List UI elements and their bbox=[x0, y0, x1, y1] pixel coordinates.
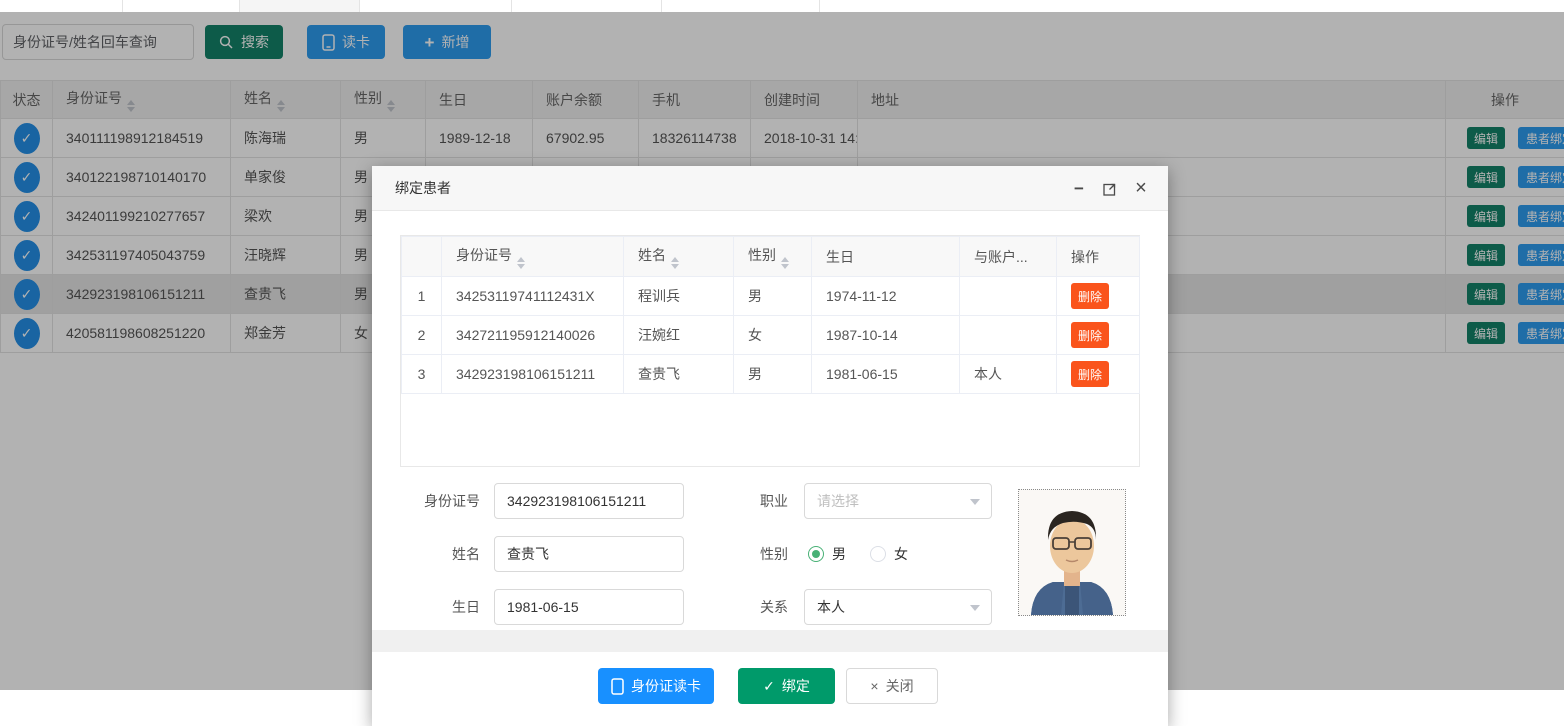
radio-checked-icon bbox=[808, 546, 824, 562]
id-label: 身份证号 bbox=[390, 483, 480, 519]
sort-icon[interactable] bbox=[671, 257, 679, 269]
gender-radio-group: 男 女 bbox=[808, 536, 908, 572]
id-card-icon bbox=[611, 678, 624, 695]
cell-relation bbox=[960, 316, 1057, 355]
cell-name: 查贵飞 bbox=[624, 355, 734, 394]
close-modal-label: 关闭 bbox=[886, 676, 914, 696]
gender-male-label: 男 bbox=[832, 544, 846, 564]
col-name[interactable]: 姓名 bbox=[624, 237, 734, 277]
cell-index: 3 bbox=[402, 355, 442, 394]
gender-female-label: 女 bbox=[894, 544, 908, 564]
sort-icon[interactable] bbox=[517, 257, 525, 269]
chevron-down-icon bbox=[970, 499, 980, 505]
maximize-icon[interactable] bbox=[1101, 180, 1119, 198]
cell-relation bbox=[960, 277, 1057, 316]
col-id-label: 身份证号 bbox=[456, 247, 512, 263]
patient-photo bbox=[1018, 489, 1126, 616]
delete-button[interactable]: 删除 bbox=[1071, 322, 1109, 348]
bound-table-header-row: 身份证号 姓名 性别 生日 与账户... 操作 bbox=[402, 237, 1140, 277]
col-relation: 与账户... bbox=[960, 237, 1057, 277]
relation-value: 本人 bbox=[817, 599, 845, 615]
bound-patient-row[interactable]: 1 34253119741112431X 程训兵 男 1974-11-12 删除 bbox=[402, 277, 1140, 316]
cell-id: 342923198106151211 bbox=[442, 355, 624, 394]
modal-header: 绑定患者 − × bbox=[372, 166, 1168, 211]
col-operations: 操作 bbox=[1057, 237, 1140, 277]
bound-patient-row[interactable]: 3 342923198106151211 查贵飞 男 1981-06-15 本人… bbox=[402, 355, 1140, 394]
occupation-label: 职业 bbox=[698, 483, 788, 519]
bound-patients-table: 身份证号 姓名 性别 生日 与账户... 操作 1 34253119741112… bbox=[401, 236, 1140, 394]
cell-id: 34253119741112431X bbox=[442, 277, 624, 316]
cell-birthday: 1981-06-15 bbox=[812, 355, 960, 394]
radio-unchecked-icon bbox=[870, 546, 886, 562]
occupation-value: 请选择 bbox=[817, 493, 859, 509]
bind-patient-modal: 绑定患者 − × 身份证号 姓名 性别 生日 与 bbox=[372, 166, 1168, 726]
bind-confirm-button[interactable]: ✓ 绑定 bbox=[738, 668, 835, 704]
col-birthday: 生日 bbox=[812, 237, 960, 277]
form-scrollbar-track[interactable] bbox=[372, 630, 1168, 652]
relation-select[interactable]: 本人 bbox=[804, 589, 992, 625]
modal-footer: 身份证读卡 ✓ 绑定 × 关闭 bbox=[372, 668, 1168, 726]
cell-name: 程训兵 bbox=[624, 277, 734, 316]
relation-label: 关系 bbox=[698, 589, 788, 625]
cell-birthday: 1987-10-14 bbox=[812, 316, 960, 355]
cell-gender: 男 bbox=[734, 277, 812, 316]
occupation-select[interactable]: 请选择 bbox=[804, 483, 992, 519]
gender-label: 性别 bbox=[698, 536, 788, 572]
gender-radio-female[interactable]: 女 bbox=[870, 544, 908, 564]
tab-5[interactable] bbox=[512, 0, 662, 12]
delete-button[interactable]: 删除 bbox=[1071, 283, 1109, 309]
sort-icon[interactable] bbox=[781, 257, 789, 269]
id-field[interactable] bbox=[494, 483, 684, 519]
col-gender[interactable]: 性别 bbox=[734, 237, 812, 277]
tab-3-active[interactable] bbox=[240, 0, 360, 12]
close-x-icon: × bbox=[870, 678, 878, 694]
bind-confirm-label: 绑定 bbox=[782, 676, 810, 696]
cell-id: 342721195912140026 bbox=[442, 316, 624, 355]
cell-gender: 男 bbox=[734, 355, 812, 394]
check-icon: ✓ bbox=[763, 678, 775, 695]
gender-radio-male[interactable]: 男 bbox=[808, 544, 846, 564]
name-label: 姓名 bbox=[390, 536, 480, 572]
delete-button[interactable]: 删除 bbox=[1071, 361, 1109, 387]
tab-6[interactable] bbox=[662, 0, 820, 12]
col-id[interactable]: 身份证号 bbox=[442, 237, 624, 277]
col-name-label: 姓名 bbox=[638, 247, 666, 263]
name-field[interactable] bbox=[494, 536, 684, 572]
bound-patient-row[interactable]: 2 342721195912140026 汪婉红 女 1987-10-14 删除 bbox=[402, 316, 1140, 355]
modal-title: 绑定患者 bbox=[395, 178, 451, 198]
birthday-label: 生日 bbox=[390, 589, 480, 625]
read-id-card-button[interactable]: 身份证读卡 bbox=[598, 668, 714, 704]
minimize-icon[interactable]: − bbox=[1070, 180, 1088, 198]
cell-index: 2 bbox=[402, 316, 442, 355]
cell-index: 1 bbox=[402, 277, 442, 316]
tab-2[interactable] bbox=[123, 0, 240, 12]
cell-relation: 本人 bbox=[960, 355, 1057, 394]
tab-strip-rest bbox=[820, 0, 1564, 12]
chevron-down-icon bbox=[970, 605, 980, 611]
cell-birthday: 1974-11-12 bbox=[812, 277, 960, 316]
window-controls: − × bbox=[1070, 166, 1150, 211]
close-modal-button[interactable]: × 关闭 bbox=[846, 668, 938, 704]
bound-patients-table-box: 身份证号 姓名 性别 生日 与账户... 操作 1 34253119741112… bbox=[400, 235, 1140, 467]
col-gender-label: 性别 bbox=[748, 247, 776, 263]
col-index bbox=[402, 237, 442, 277]
cell-name: 汪婉红 bbox=[624, 316, 734, 355]
read-id-card-label: 身份证读卡 bbox=[631, 676, 701, 696]
birthday-field[interactable] bbox=[494, 589, 684, 625]
close-icon[interactable]: × bbox=[1132, 180, 1150, 198]
cell-gender: 女 bbox=[734, 316, 812, 355]
tab-bar bbox=[0, 0, 1564, 12]
tab-4[interactable] bbox=[360, 0, 512, 12]
tab-1[interactable] bbox=[0, 0, 123, 12]
